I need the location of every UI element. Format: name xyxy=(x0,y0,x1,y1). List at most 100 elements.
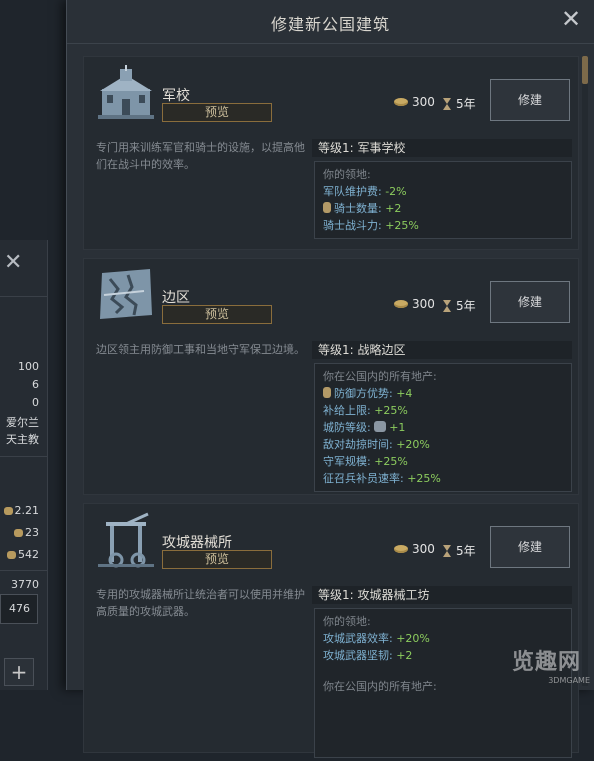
effect-scope: 你的领地: xyxy=(323,166,563,183)
watermark-logo: 览趣网 3DMGAME xyxy=(512,650,590,684)
build-time: 5年 xyxy=(442,95,476,112)
building-name: 边区 xyxy=(162,287,190,307)
knight-icon xyxy=(323,202,331,213)
effect-scope: 你在公国内的所有地产: xyxy=(323,368,563,385)
effect-value: +25% xyxy=(407,472,441,485)
side-value: 3770 xyxy=(11,578,39,591)
fort-icon xyxy=(374,421,386,432)
build-button[interactable]: 修建 xyxy=(490,79,570,121)
divider xyxy=(0,296,47,297)
side-value: 23 xyxy=(25,526,39,539)
effect-label: 敌对劫掠时间: xyxy=(323,438,396,451)
dialog-title: 修建新公国建筑 xyxy=(67,11,594,35)
effect-row: 城防等级: +1 xyxy=(323,419,563,436)
gold-cost-value: 300 xyxy=(412,297,435,311)
side-culture: 爱尔兰 xyxy=(6,414,39,430)
side-value: 542 xyxy=(18,548,39,561)
effect-value: +25% xyxy=(374,404,408,417)
side-religion: 天主教 xyxy=(6,431,39,447)
effect-label: 防御方优势: xyxy=(334,387,396,400)
effect-value: +2 xyxy=(396,649,412,662)
building-description: 边区领主用防御工事和当地守军保卫边境。 xyxy=(96,341,308,358)
side-panel-close-icon[interactable]: ✕ xyxy=(4,250,22,275)
hourglass-icon xyxy=(442,300,452,312)
level-header: 等级1: 军事学校 xyxy=(312,139,572,157)
levy-icon xyxy=(7,551,16,559)
level-header: 等级1: 攻城器械工坊 xyxy=(312,586,572,604)
effect-scope: 你的领地: xyxy=(323,613,563,630)
building-list: 军校 预览 300 5年 修建 专门用来训练军官和骑士的设施，以提高他们在战斗中… xyxy=(83,56,579,761)
side-value: 0 xyxy=(32,396,39,409)
preview-button[interactable]: 预览 xyxy=(162,103,272,122)
effect-label: 守军规模: xyxy=(323,455,374,468)
build-button[interactable]: 修建 xyxy=(490,281,570,323)
build-time: 5年 xyxy=(442,297,476,314)
effect-row: 征召兵补员速率: +25% xyxy=(323,470,563,487)
watermark-text: 览趣网 xyxy=(512,650,590,676)
side-value: 476 xyxy=(9,602,30,615)
siege-workshop-icon xyxy=(96,512,156,568)
gold-icon xyxy=(394,300,408,308)
hourglass-icon xyxy=(442,545,452,557)
effect-label: 攻城武器坚韧: xyxy=(323,649,396,662)
level-effects: 你在公国内的所有地产: 防御方优势: +4 补给上限: +25% 城防等级: +… xyxy=(314,363,572,492)
side-panel: ✕ 100 6 0 爱尔兰 天主教 2.21 23 542 3770 476 + xyxy=(0,240,48,690)
building-card: 攻城器械所 预览 300 5年 修建 专用的攻城器械所让统治者可以使用并维护高质… xyxy=(83,503,579,753)
side-value: 6 xyxy=(32,378,39,391)
effect-label: 攻城武器效率: xyxy=(323,632,396,645)
defense-icon xyxy=(323,387,331,398)
effect-value: +1 xyxy=(389,421,405,434)
effect-row: 防御方优势: +4 xyxy=(323,385,563,402)
level-header: 等级1: 战略边区 xyxy=(312,341,572,359)
military-school-icon xyxy=(96,65,156,121)
side-box: 476 xyxy=(0,594,38,624)
gold-cost-value: 300 xyxy=(412,95,435,109)
build-button[interactable]: 修建 xyxy=(490,526,570,568)
gold-cost: 300 xyxy=(394,297,435,311)
effect-value: +20% xyxy=(396,632,430,645)
effect-row: 攻城武器效率: +20% xyxy=(323,630,563,647)
close-icon[interactable]: ✕ xyxy=(558,6,584,32)
side-value: 100 xyxy=(18,360,39,373)
effect-row: 敌对劫掠时间: +20% xyxy=(323,436,563,453)
build-time-value: 5年 xyxy=(456,542,476,559)
building-card: 边区 预览 300 5年 修建 边区领主用防御工事和当地守军保卫边境。 等级1:… xyxy=(83,258,579,495)
effect-value: +2 xyxy=(385,202,401,215)
effect-label: 骑士战斗力: xyxy=(323,219,385,232)
hourglass-icon xyxy=(442,98,452,110)
side-gold: 2.21 xyxy=(4,504,40,517)
building-card: 军校 预览 300 5年 修建 专门用来训练军官和骑士的设施，以提高他们在战斗中… xyxy=(83,56,579,250)
preview-button[interactable]: 预览 xyxy=(162,550,272,569)
building-name: 攻城器械所 xyxy=(162,532,232,552)
gold-cost: 300 xyxy=(394,95,435,109)
add-button[interactable]: + xyxy=(4,658,34,686)
gold-cost: 300 xyxy=(394,542,435,556)
effect-value: +4 xyxy=(396,387,412,400)
preview-button[interactable]: 预览 xyxy=(162,305,272,324)
scrollbar[interactable] xyxy=(582,56,588,686)
dialog-header: 修建新公国建筑 ✕ xyxy=(67,0,594,44)
gold-cost-value: 300 xyxy=(412,542,435,556)
build-time: 5年 xyxy=(442,542,476,559)
scrollbar-thumb[interactable] xyxy=(582,56,588,84)
effect-label: 军队维护费: xyxy=(323,185,385,198)
side-prestige: 23 xyxy=(14,526,39,539)
effect-row: 骑士数量: +2 xyxy=(323,200,563,217)
build-time-value: 5年 xyxy=(456,95,476,112)
side-levy: 542 xyxy=(7,548,39,561)
build-dialog: 修建新公国建筑 ✕ 军校 预览 300 5年 修建 xyxy=(66,0,594,690)
effect-row: 守军规模: +25% xyxy=(323,453,563,470)
building-description: 专门用来训练军官和骑士的设施，以提高他们在战斗中的效率。 xyxy=(96,139,308,173)
building-description: 专用的攻城器械所让统治者可以使用并维护高质量的攻城武器。 xyxy=(96,586,308,620)
effect-value: +20% xyxy=(396,438,430,451)
watermark-subtext: 3DMGAME xyxy=(512,676,590,685)
gold-icon xyxy=(394,98,408,106)
effect-label: 征召兵补员速率: xyxy=(323,472,407,485)
effect-value: -2% xyxy=(385,185,406,198)
prestige-icon xyxy=(14,529,23,537)
level-effects: 你的领地: 军队维护费: -2% 骑士数量: +2 骑士战斗力: +25% xyxy=(314,161,572,239)
building-name: 军校 xyxy=(162,85,190,105)
effect-value: +25% xyxy=(385,219,419,232)
effect-value: +25% xyxy=(374,455,408,468)
gold-icon xyxy=(4,507,13,515)
